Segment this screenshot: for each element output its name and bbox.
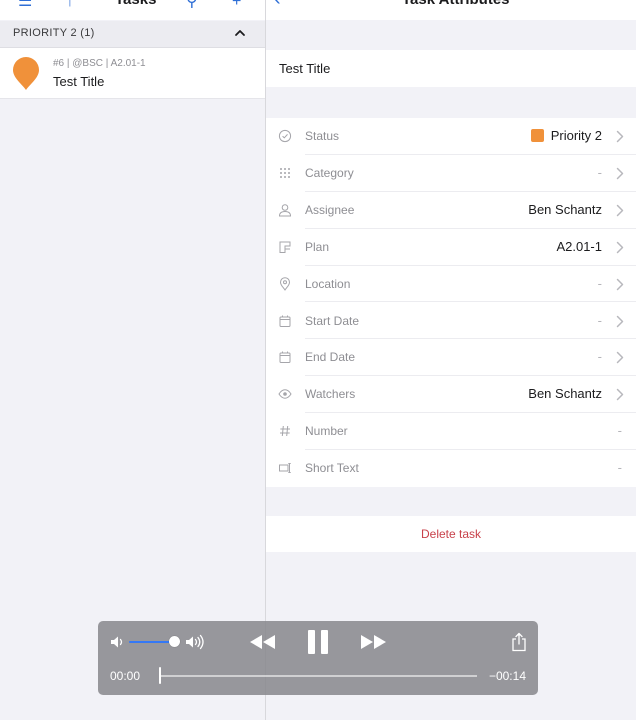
attribute-row-status[interactable]: Status Priority 2 — [266, 118, 636, 155]
current-time: 00:00 — [110, 669, 141, 683]
hash-icon — [280, 426, 290, 437]
chevron-right-icon — [616, 389, 624, 401]
attribute-label: Start Date — [305, 313, 360, 328]
remaining-time: −00:14 — [488, 669, 526, 683]
attributes-nav-bar: ‹ Task Attributes — [266, 0, 636, 20]
delete-task-button[interactable]: Delete task — [266, 516, 636, 552]
attribute-value: Ben Schantz — [528, 386, 602, 402]
tasks-nav-title: Tasks — [115, 0, 156, 8]
attribute-label: Location — [305, 276, 351, 291]
attribute-value: - — [597, 164, 602, 180]
calendar-icon — [279, 315, 291, 327]
attribute-label: Short Text — [305, 461, 359, 476]
volume-low-icon[interactable] — [110, 635, 126, 649]
task-meta: #6 | @BSC | A2.01-1 — [53, 58, 146, 69]
attribute-row-end-date[interactable]: End Date - — [266, 339, 636, 377]
plan-icon — [279, 241, 291, 253]
volume-slider-knob[interactable] — [169, 636, 180, 647]
video-player-controls: 00:00 −00:14 — [98, 621, 538, 695]
delete-task-label: Delete task — [420, 527, 482, 541]
grid-dots-icon — [280, 167, 290, 178]
add-icon[interactable]: + — [232, 0, 241, 10]
eye-icon — [278, 389, 292, 399]
attribute-row-plan[interactable]: Plan A2.01-1 — [266, 229, 636, 266]
attribute-value: A2.01-1 — [556, 238, 602, 254]
title-field-value: Test Title — [279, 61, 331, 76]
attribute-label: Watchers — [305, 387, 356, 402]
attribute-label: Number — [305, 424, 348, 439]
chevron-right-icon — [616, 315, 624, 327]
attribute-row-location[interactable]: Location - — [266, 266, 636, 303]
attribute-label: Assignee — [305, 202, 355, 217]
title-field[interactable]: Test Title — [266, 50, 636, 87]
chevron-right-icon — [616, 204, 624, 217]
chevron-right-icon — [616, 167, 624, 180]
calendar-icon — [279, 351, 291, 364]
attribute-value: Priority 2 — [530, 128, 602, 143]
text-field-icon — [279, 463, 291, 474]
status-value-text: Priority 2 — [550, 128, 602, 143]
location-pin-icon — [279, 276, 291, 291]
chevron-up-icon[interactable] — [233, 26, 247, 40]
task-title: Test Title — [53, 74, 105, 89]
attribute-value: - — [597, 349, 602, 365]
attribute-value: Ben Schantz — [528, 201, 602, 217]
attribute-value: - — [617, 460, 622, 476]
pause-icon[interactable] — [307, 629, 329, 655]
attribute-row-number[interactable]: Number - — [266, 413, 636, 451]
task-list-item[interactable]: #6 | @BSC | A2.01-1 Test Title — [0, 48, 265, 99]
tasks-nav-bar: ☰ ↑ Tasks ⚲ + — [0, 0, 265, 20]
attribute-value: - — [597, 312, 602, 328]
check-circle-icon — [278, 129, 292, 143]
menu-icon[interactable]: ☰ — [18, 0, 32, 10]
attributes-list: Status Priority 2 Category - Assignee Be… — [266, 118, 636, 487]
person-icon — [278, 203, 292, 217]
top-navigation: ☰ ↑ Tasks ⚲ + ‹ Task Attributes — [0, 0, 636, 20]
section-title: PRIORITY 2 (1) — [13, 27, 95, 39]
chevron-right-icon — [616, 130, 624, 143]
priority-pin-icon — [13, 57, 39, 90]
scrubber-playhead[interactable] — [159, 667, 161, 684]
chevron-right-icon — [616, 352, 624, 364]
scrubber-track[interactable] — [160, 675, 477, 677]
rewind-icon[interactable] — [249, 632, 277, 652]
attribute-label: Status — [305, 129, 340, 143]
attribute-label: End Date — [305, 350, 356, 365]
task-list-pane: PRIORITY 2 (1) #6 | @BSC | A2.01-1 Test … — [0, 21, 265, 720]
chevron-right-icon — [616, 278, 624, 290]
sort-arrow-icon[interactable]: ↑ — [66, 0, 74, 10]
attributes-nav-title: Task Attributes — [402, 0, 510, 8]
priority-swatch — [530, 129, 544, 142]
fast-forward-icon[interactable] — [359, 632, 387, 652]
priority-section-header[interactable]: PRIORITY 2 (1) — [0, 21, 265, 48]
attribute-label: Category — [305, 165, 354, 180]
attribute-row-short-text[interactable]: Short Text - — [266, 450, 636, 487]
attribute-row-assignee[interactable]: Assignee Ben Schantz — [266, 192, 636, 229]
back-chevron-icon[interactable]: ‹ — [274, 0, 281, 9]
attribute-row-watchers[interactable]: Watchers Ben Schantz — [266, 376, 636, 414]
volume-high-icon[interactable] — [185, 634, 207, 650]
chevron-right-icon — [616, 241, 624, 253]
task-attributes-pane: Test Title Status Priority 2 Category - — [266, 21, 636, 720]
share-icon[interactable] — [511, 632, 527, 652]
attribute-value: - — [617, 423, 622, 439]
search-icon[interactable]: ⚲ — [186, 0, 198, 10]
attribute-row-category[interactable]: Category - — [266, 155, 636, 192]
attribute-value: - — [597, 275, 602, 291]
attribute-row-start-date[interactable]: Start Date - — [266, 303, 636, 340]
attribute-label: Plan — [305, 239, 330, 254]
